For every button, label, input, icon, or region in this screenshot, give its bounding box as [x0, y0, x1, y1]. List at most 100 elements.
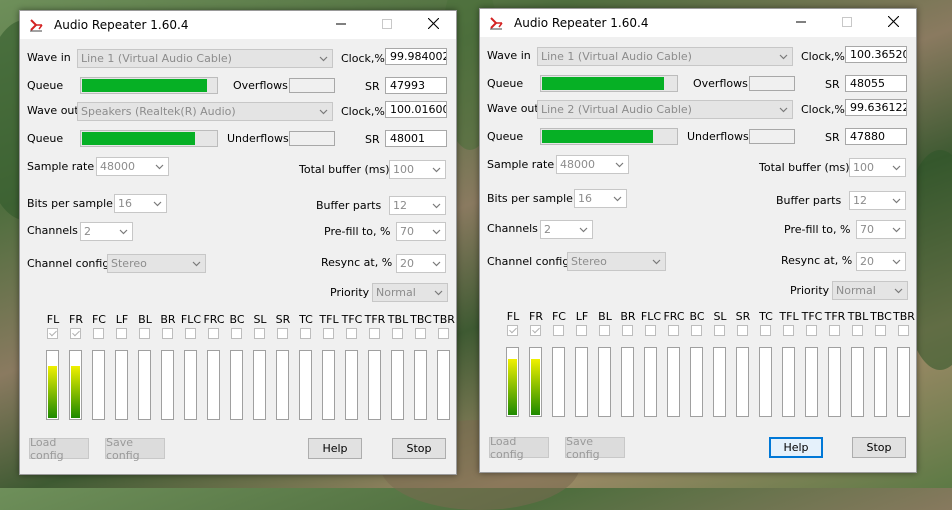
channel-tfc-checkbox[interactable]	[806, 325, 817, 336]
channel-frc-checkbox[interactable]	[208, 328, 219, 339]
channel-lf-checkbox[interactable]	[116, 328, 127, 339]
channel-tbr-checkbox[interactable]	[898, 325, 909, 336]
priority-select[interactable]: Normal	[832, 281, 908, 300]
channel-tfr-checkbox[interactable]	[829, 325, 840, 336]
channels-label: Channels	[27, 224, 78, 237]
channel-tfl-checkbox[interactable]	[783, 325, 794, 336]
channel-sr-checkbox[interactable]	[277, 328, 288, 339]
chevron-down-icon	[777, 48, 789, 65]
channel-tfr-checkbox[interactable]	[369, 328, 380, 339]
channel-flc-meter	[184, 350, 197, 420]
channels-select[interactable]: 2	[80, 222, 133, 241]
sample-rate-select[interactable]: 48000	[556, 155, 629, 174]
maximize-button[interactable]	[824, 9, 870, 37]
wave-out-device-select[interactable]: Speakers (Realtek(R) Audio)	[77, 102, 333, 121]
wave-in-device-select[interactable]: Line 1 (Virtual Audio Cable)	[537, 47, 793, 66]
channel-tbc-checkbox[interactable]	[415, 328, 426, 339]
chevron-down-icon	[892, 282, 904, 299]
wave-in-clock-label: Clock,%	[801, 50, 845, 63]
maximize-icon	[382, 18, 392, 32]
channel-fl-checkbox[interactable]	[507, 325, 518, 336]
channel-tc-label: TC	[299, 313, 313, 326]
channel-tbc-label: TBC	[410, 313, 432, 326]
buffer-parts-select[interactable]: 12	[849, 191, 906, 210]
channel-tbc-checkbox[interactable]	[875, 325, 886, 336]
load-config-button[interactable]: Load config	[489, 435, 549, 461]
title-bar[interactable]: Audio Repeater 1.60.4	[480, 9, 916, 37]
bits-per-sample-select[interactable]: 16	[114, 194, 167, 213]
channel-flc-checkbox[interactable]	[645, 325, 656, 336]
close-button[interactable]	[410, 11, 456, 39]
channel-br-checkbox[interactable]	[622, 325, 633, 336]
channel-bl-checkbox[interactable]	[599, 325, 610, 336]
help-button[interactable]: Help	[308, 438, 362, 459]
total-buffer-select[interactable]: 100	[849, 158, 906, 177]
sample-rate-select[interactable]: 48000	[96, 157, 169, 176]
channel-tc-meter	[759, 347, 772, 417]
channel-sr-meter	[736, 347, 749, 417]
channel-lf-checkbox[interactable]	[576, 325, 587, 336]
channel-tc-checkbox[interactable]	[760, 325, 771, 336]
close-button[interactable]	[870, 9, 916, 37]
chevron-down-icon	[650, 253, 662, 270]
title-bar[interactable]: Audio Repeater 1.60.4	[20, 11, 456, 39]
chevron-down-icon	[430, 255, 442, 272]
channel-sl-checkbox[interactable]	[254, 328, 265, 339]
channel-frc-checkbox[interactable]	[668, 325, 679, 336]
minimize-button[interactable]	[318, 11, 364, 39]
channel-tfr-label: TFR	[824, 310, 846, 323]
channel-flc-checkbox[interactable]	[185, 328, 196, 339]
channel-config-select[interactable]: Stereo	[107, 254, 206, 273]
priority-select[interactable]: Normal	[372, 283, 448, 302]
channel-tfl-checkbox[interactable]	[323, 328, 334, 339]
minimize-icon	[336, 19, 346, 32]
channel-sl-checkbox[interactable]	[714, 325, 725, 336]
buffer-parts-label: Buffer parts	[316, 199, 382, 212]
channel-tbr-checkbox[interactable]	[438, 328, 449, 339]
wave-out-device-select[interactable]: Line 2 (Virtual Audio Cable)	[537, 100, 793, 119]
stop-button[interactable]: Stop	[392, 438, 446, 459]
channel-fc-meter	[92, 350, 105, 420]
channel-tfc-checkbox[interactable]	[346, 328, 357, 339]
channel-bc-checkbox[interactable]	[231, 328, 242, 339]
channels-select[interactable]: 2	[540, 220, 593, 239]
channel-tbl-label: TBL	[847, 310, 869, 323]
save-config-button[interactable]: Save config	[565, 435, 625, 461]
wave-in-device-select[interactable]: Line 1 (Virtual Audio Cable)	[77, 49, 333, 68]
channel-fr-checkbox[interactable]	[530, 325, 541, 336]
load-config-button[interactable]: Load config	[29, 436, 89, 462]
bits-per-sample-select[interactable]: 16	[574, 189, 627, 208]
minimize-button[interactable]	[778, 9, 824, 37]
buffer-parts-select[interactable]: 12	[389, 196, 446, 215]
channel-tbr-meter	[437, 350, 450, 420]
channel-fl-checkbox[interactable]	[47, 328, 58, 339]
channel-fc-checkbox[interactable]	[553, 325, 564, 336]
save-config-button[interactable]: Save config	[105, 436, 165, 462]
overflows-indicator	[289, 78, 335, 93]
channel-tbl-checkbox[interactable]	[852, 325, 863, 336]
channel-fc-label: FC	[551, 310, 566, 323]
channel-br-checkbox[interactable]	[162, 328, 173, 339]
channel-fc-checkbox[interactable]	[93, 328, 104, 339]
chevron-down-icon	[317, 103, 329, 120]
channel-config-select[interactable]: Stereo	[567, 252, 666, 271]
channel-fr-label: FR	[69, 313, 83, 326]
channel-fl-meter	[46, 350, 59, 420]
channel-tc-checkbox[interactable]	[300, 328, 311, 339]
resync-label: Resync at, %	[321, 256, 393, 269]
prefill-select[interactable]: 70	[856, 220, 906, 239]
help-button[interactable]: Help	[769, 437, 823, 458]
stop-button[interactable]: Stop	[852, 437, 906, 458]
channel-bc-checkbox[interactable]	[691, 325, 702, 336]
channel-fr-checkbox[interactable]	[70, 328, 81, 339]
channel-frc-meter	[207, 350, 220, 420]
overflows-label: Overflows	[693, 77, 748, 90]
prefill-select[interactable]: 70	[396, 222, 446, 241]
channel-tbl-checkbox[interactable]	[392, 328, 403, 339]
resync-select[interactable]: 20	[396, 254, 446, 273]
maximize-button[interactable]	[364, 11, 410, 39]
total-buffer-select[interactable]: 100	[389, 160, 446, 179]
channel-bl-checkbox[interactable]	[139, 328, 150, 339]
resync-select[interactable]: 20	[856, 252, 906, 271]
channel-sr-checkbox[interactable]	[737, 325, 748, 336]
